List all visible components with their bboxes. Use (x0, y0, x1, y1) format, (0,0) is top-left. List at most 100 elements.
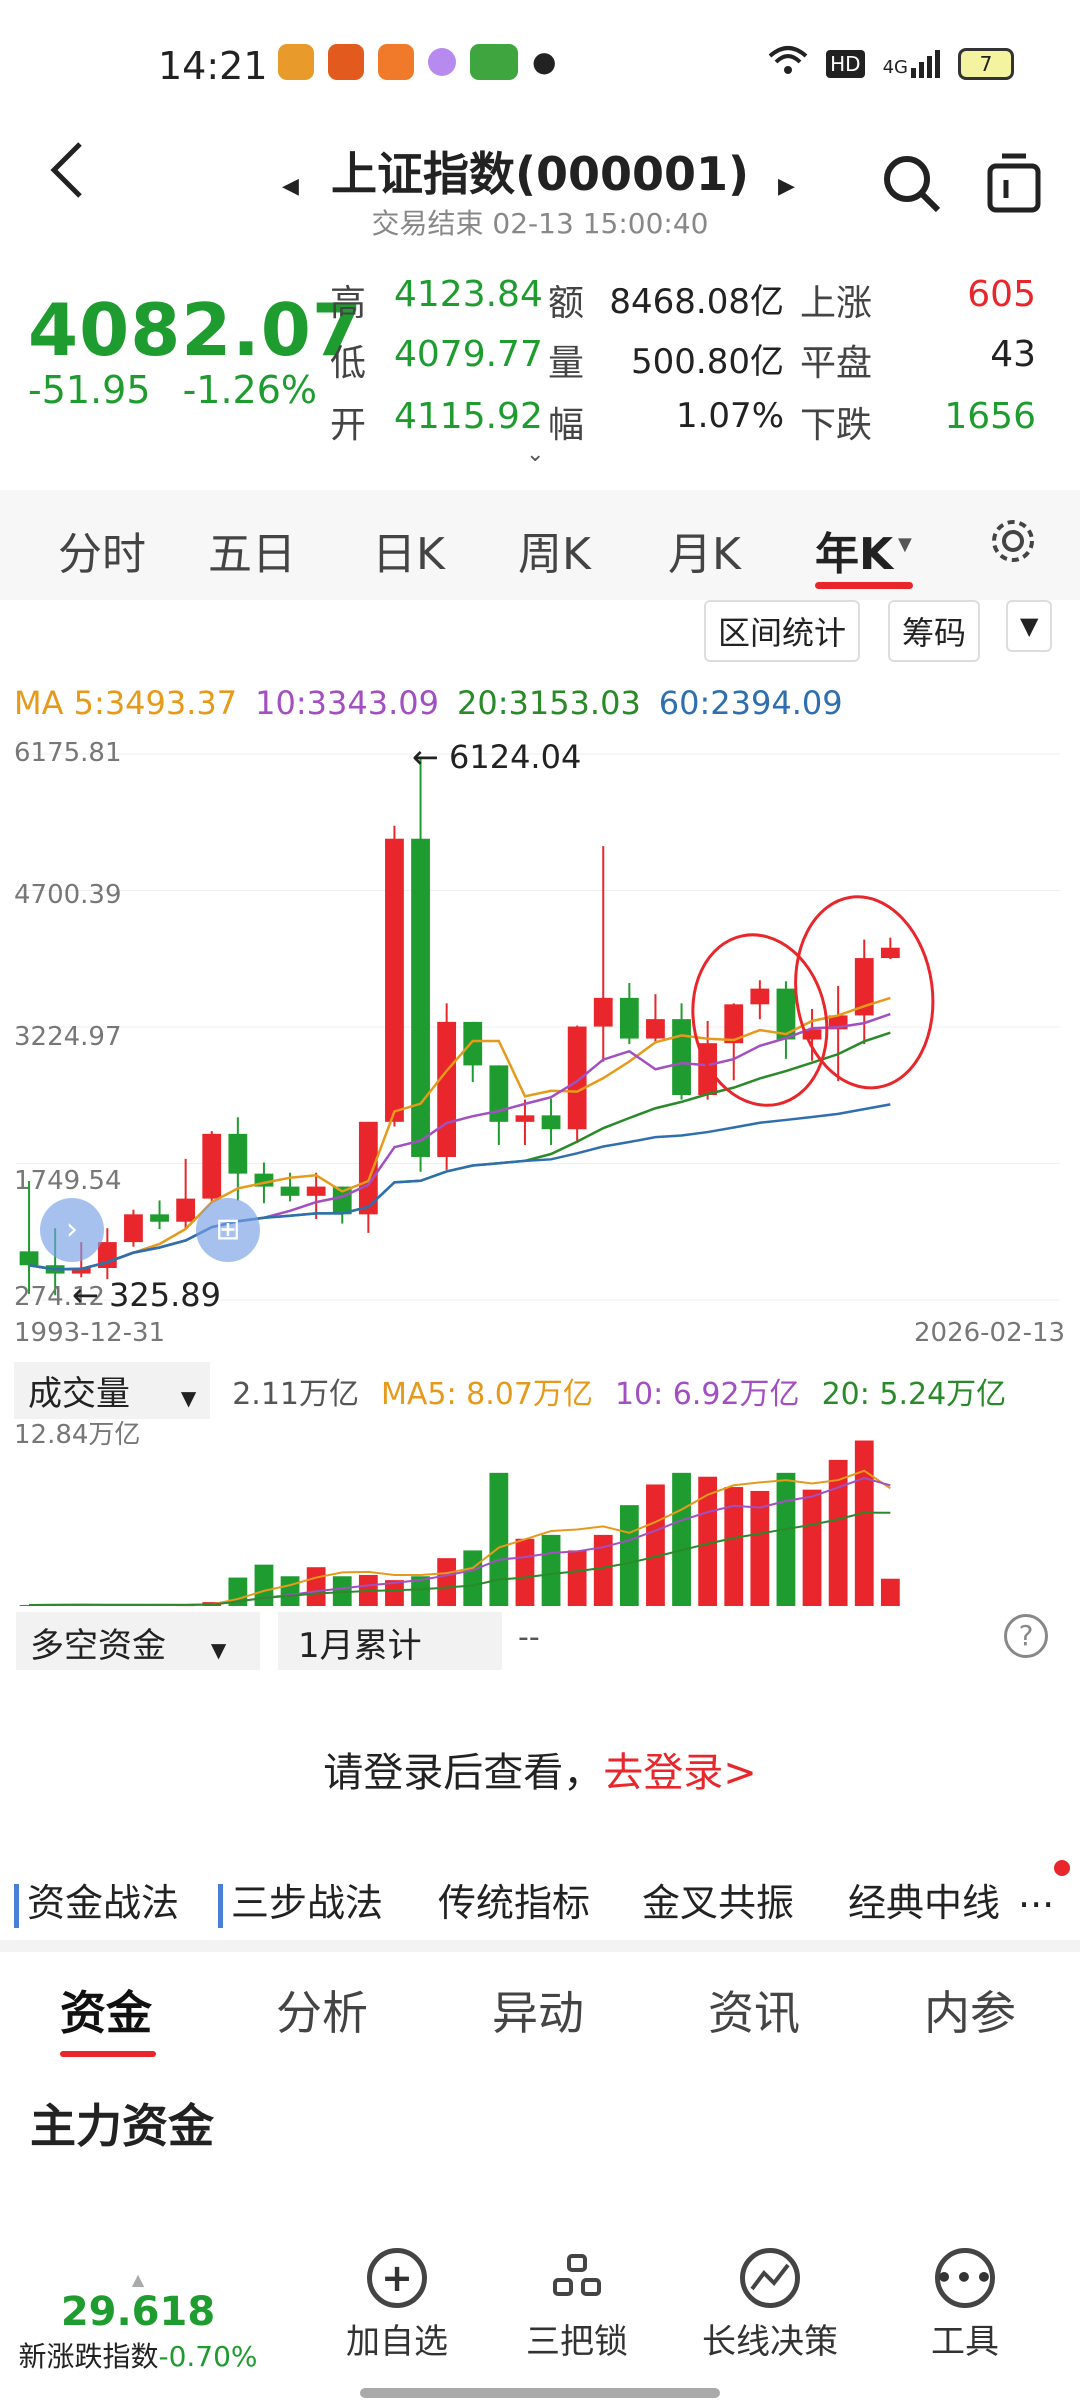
ma5-label: MA 5:3493.37 (14, 684, 238, 722)
help-icon[interactable]: ? (1004, 1614, 1048, 1658)
capital-period-select[interactable]: 1月累计 (278, 1612, 502, 1670)
ma20-line (28, 1031, 891, 1271)
candle-body (515, 1115, 535, 1122)
change-value: -51.95 (28, 368, 151, 412)
amount-value: 8468.08亿 (609, 282, 784, 322)
flat-label: 平盘 (800, 343, 873, 384)
up-count: 605 (967, 274, 1036, 315)
strategy-tag-three-step[interactable]: 三步战法 (218, 1872, 383, 1928)
add-watchlist-label: 加自选 (346, 2322, 448, 2362)
candle-body (176, 1198, 196, 1222)
ma-legend: MA 5:3493.37 10:3343.09 20:3153.03 60:23… (14, 684, 843, 722)
settings-gear-icon[interactable] (986, 514, 1040, 572)
tab-yearly-k[interactable]: 年K (815, 518, 893, 582)
stock-header: ◀ 上证指数(000001) 交易结束 02-13 15:00:40 ▶ (0, 130, 1080, 250)
tab-news[interactable]: 资讯 (708, 1977, 800, 2043)
strategy-label: 三步战法 (231, 1881, 384, 1925)
strategy-tag-classic-mid[interactable]: 经典中线 (848, 1872, 1000, 1927)
network-type: 4G (882, 56, 908, 78)
ma5-line (28, 996, 891, 1271)
volume-chart[interactable] (0, 1400, 1080, 1610)
strategy-tag-golden-cross[interactable]: 金叉共振 (642, 1872, 794, 1927)
app-oppo-icon (470, 44, 518, 80)
ma10-line (28, 1012, 891, 1271)
volume-bar (515, 1538, 535, 1606)
down-count: 1656 (944, 396, 1036, 437)
hd-badge: HD (826, 49, 865, 78)
change-percent: -1.26% (182, 368, 318, 412)
period-tabs: 分时 五日 日K 周K 月K 年K ▼ (0, 490, 1080, 600)
search-icon[interactable] (880, 152, 944, 220)
battery-icon: 7 (958, 47, 1014, 80)
tools-button[interactable]: ••• 工具 (900, 2240, 1030, 2363)
select-arrow-icon: ▼ (210, 1638, 227, 1662)
strategy-more[interactable]: ... (1018, 1872, 1054, 1916)
app-orange-icon (378, 44, 414, 80)
next-stock-icon[interactable]: ▶ (778, 174, 795, 199)
expand-chevron-icon[interactable]: ⌄ (526, 442, 544, 467)
active-tab-indicator (815, 582, 913, 589)
candle-body (124, 1214, 143, 1243)
range-stats-button[interactable]: 区间统计 (704, 600, 861, 662)
amplitude-value: 1.07% (675, 396, 784, 436)
lock-icon (547, 2248, 607, 2308)
strategy-label: 资金战法 (27, 1881, 180, 1925)
capital-value: -- (518, 1620, 540, 1655)
info-tabs: 资金 分析 异动 资讯 内参 (0, 1955, 1080, 2075)
volume-bar (280, 1576, 300, 1606)
index-label: 新涨跌指数 (18, 2340, 159, 2373)
long-term-decision-button[interactable]: 长线决策 (690, 2240, 850, 2363)
plus-icon: + (367, 2248, 427, 2308)
x-axis-start: 1993-12-31 (14, 1318, 166, 1348)
share-icon[interactable] (986, 152, 1042, 218)
amount-label: 额 (548, 283, 585, 324)
section-title: 主力资金 (30, 2099, 214, 2153)
login-prompt-text: 请登录后查看， (323, 1750, 604, 1796)
candle-body (228, 1133, 248, 1174)
three-locks-button[interactable]: 三把锁 (512, 2240, 642, 2363)
strategy-tag-traditional[interactable]: 传统指标 (438, 1872, 590, 1927)
volume-bar (306, 1567, 326, 1606)
login-link[interactable]: 去登录> (603, 1750, 757, 1796)
tab-insider[interactable]: 内参 (924, 1977, 1016, 2043)
chips-button[interactable]: 筹码 (888, 600, 981, 662)
x-axis-end: 2026-02-13 (914, 1318, 1066, 1348)
index-widget[interactable]: ▲ 29.618 新涨跌指数-0.70% (8, 2270, 268, 2375)
tab-monthly-k[interactable]: 月K (668, 518, 741, 582)
ma20-label: 20:3153.03 (456, 684, 641, 722)
candle-body (19, 1251, 39, 1266)
caret-up-icon: ▲ (131, 2270, 145, 2289)
volume-bar (776, 1472, 796, 1606)
more-dropdown-icon[interactable]: ▼ (1006, 600, 1053, 652)
candle-body (880, 947, 900, 959)
volume-bar (437, 1558, 457, 1606)
section-divider (0, 1940, 1080, 1952)
tab-capital[interactable]: 资金 (60, 1977, 152, 2043)
tab-anomaly[interactable]: 异动 (492, 1977, 584, 2043)
ma60-label: 60:2394.09 (658, 684, 843, 722)
tab-five-day[interactable]: 五日 (208, 518, 296, 582)
tab-intraday[interactable]: 分时 (58, 518, 146, 582)
kline-chart[interactable] (0, 730, 1080, 1350)
app-bubble-icon (428, 48, 456, 76)
tab-analysis[interactable]: 分析 (276, 1977, 368, 2043)
add-watchlist-button[interactable]: + 加自选 (332, 2240, 462, 2363)
strategy-tag-capital[interactable]: 资金战法 (14, 1872, 179, 1928)
candle-body (202, 1133, 222, 1199)
tab-weekly-k[interactable]: 周K (518, 518, 591, 582)
strategy-label: 传统指标 (438, 1881, 591, 1925)
candle-body (463, 1021, 483, 1066)
ma10-label: 10:3343.09 (255, 684, 439, 722)
max-price-label: 6124.04 (448, 738, 582, 776)
scroll-left-button[interactable]: › (40, 1198, 104, 1262)
capital-indicator-select[interactable]: 多空资金 ▼ (16, 1612, 260, 1670)
index-value: 29.618 (60, 2289, 216, 2335)
candle-body (150, 1214, 169, 1222)
volume-bar (646, 1484, 665, 1606)
capital-label: 多空资金 (30, 1626, 166, 1666)
dropdown-arrow-icon[interactable]: ▼ (898, 534, 912, 555)
candle-body (672, 1019, 691, 1095)
zoom-grid-icon[interactable]: ⊞ (196, 1198, 260, 1262)
volume-bar (489, 1472, 509, 1606)
tab-daily-k[interactable]: 日K (372, 518, 445, 582)
